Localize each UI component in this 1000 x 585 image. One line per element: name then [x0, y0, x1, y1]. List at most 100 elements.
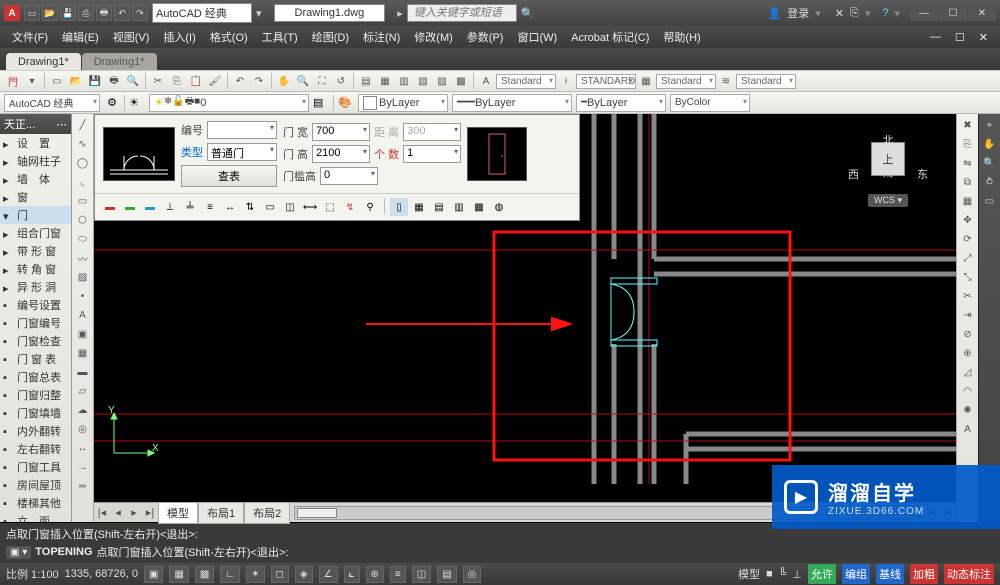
workspace-selector[interactable]: AutoCAD 经典 [152, 3, 252, 23]
dimstyle-icon[interactable]: ⟊ [557, 72, 575, 90]
cut-icon[interactable]: ✂ [149, 72, 167, 90]
input-cnt[interactable]: 1 [403, 145, 461, 163]
tarch-item-0[interactable]: ▸设 置 [0, 134, 71, 152]
cmd-input[interactable]: 点取门窗插入位置(Shift-左右开)<退出>: [97, 544, 289, 560]
tablestyle-combo[interactable]: Standard [656, 74, 716, 89]
status-polar[interactable]: ✶ [246, 566, 264, 583]
tarch-item-16[interactable]: ▪内外翻转 [0, 422, 71, 440]
di-16[interactable]: ▦ [410, 198, 428, 216]
status-r1[interactable]: 允许 [808, 564, 836, 584]
doc-max-icon[interactable]: ☐ [949, 29, 971, 46]
tarch-item-11[interactable]: ▪门窗检查 [0, 332, 71, 350]
status-3dosnap[interactable]: ◈ [295, 566, 313, 583]
donut-icon[interactable]: ◎ [74, 420, 92, 438]
maximize-button[interactable]: ☐ [939, 5, 967, 21]
di-6[interactable]: ≡ [201, 198, 219, 216]
di-8[interactable]: ⇅ [241, 198, 259, 216]
tarch-item-14[interactable]: ▪门窗归整 [0, 386, 71, 404]
input-sill[interactable]: 0 [320, 167, 378, 185]
fillet-icon[interactable]: ◠ [959, 382, 977, 400]
infocenter-icon[interactable]: ⎘ [850, 7, 859, 20]
xline-icon[interactable]: ↔ [74, 439, 92, 457]
status-grid2[interactable]: ■ [766, 568, 773, 580]
undo2-icon[interactable]: ↶ [231, 72, 249, 90]
copy2-icon[interactable]: ⎘ [959, 135, 977, 153]
status-lwt[interactable]: ≡ [390, 566, 406, 583]
calc-icon[interactable]: ▩ [452, 72, 470, 90]
copy-icon[interactable]: ⎘ [168, 72, 186, 90]
explode-icon[interactable]: ✺ [959, 401, 977, 419]
di-14[interactable]: ⚲ [361, 198, 379, 216]
di-13[interactable]: ↯ [341, 198, 359, 216]
new-icon[interactable]: ▭ [48, 72, 66, 90]
line-icon[interactable]: ╱ [74, 116, 92, 134]
tarch-panel-header[interactable]: 天正...⋯ [0, 114, 71, 134]
mlstyle-icon[interactable]: ≋ [717, 72, 735, 90]
di-12[interactable]: ⬚ [321, 198, 339, 216]
input-num[interactable] [207, 121, 277, 139]
qat-print-icon[interactable]: 🖶 [96, 5, 112, 21]
mark-icon[interactable]: ▨ [433, 72, 451, 90]
tarch-item-2[interactable]: ▸墙 体 [0, 170, 71, 188]
di-10[interactable]: ◫ [281, 198, 299, 216]
view-cube[interactable]: 北 西 上 东 南 WCS ▾ [848, 134, 928, 214]
tarch-dd-icon[interactable]: ▾ [23, 72, 41, 90]
app-logo-icon[interactable]: A [4, 5, 20, 21]
di-19[interactable]: ▩ [470, 198, 488, 216]
tarch-item-8[interactable]: ▸异 形 洞 [0, 278, 71, 296]
navwheel-icon[interactable]: ⌖ [981, 116, 999, 134]
color-combo[interactable]: ByLayer [358, 94, 448, 112]
di-7[interactable]: ↔ [221, 198, 239, 216]
join-icon[interactable]: ⊕ [959, 344, 977, 362]
wcs-label[interactable]: WCS ▾ [868, 194, 908, 207]
redo2-icon[interactable]: ↷ [250, 72, 268, 90]
lt-last-icon[interactable]: ▸| [142, 506, 158, 519]
erase-icon[interactable]: ✖ [959, 116, 977, 134]
qat-redo-icon[interactable]: ↷ [132, 5, 148, 21]
di-4[interactable]: ⊥ [161, 198, 179, 216]
text2-icon[interactable]: A [959, 420, 977, 438]
status-snap[interactable]: ▦ [169, 566, 188, 583]
preview-icon[interactable]: 🔍 [124, 72, 142, 90]
linetype-combo[interactable]: ━━━ ByLayer [452, 94, 572, 112]
menu-help[interactable]: 帮助(H) [657, 27, 706, 47]
status-qp[interactable]: ▤ [437, 566, 456, 583]
ssm-icon[interactable]: ▧ [414, 72, 432, 90]
menu-tools[interactable]: 工具(T) [256, 27, 304, 47]
rotate-icon[interactable]: ⟳ [959, 230, 977, 248]
di-2[interactable]: ▬ [121, 198, 139, 216]
tarch-icon[interactable]: ⾨ [4, 72, 22, 90]
textstyle-icon[interactable]: A [477, 72, 495, 90]
status-infer[interactable]: ▣ [144, 566, 163, 583]
offset-icon[interactable]: ⧉ [959, 173, 977, 191]
menu-view[interactable]: 视图(V) [107, 27, 156, 47]
tarch-item-5[interactable]: ▸组合门窗 [0, 224, 71, 242]
input-h[interactable]: 2100 [312, 145, 370, 163]
doc-tab-1[interactable]: Drawing1* [6, 53, 81, 70]
menu-file[interactable]: 文件(F) [6, 27, 54, 47]
cmd-prompt-icon[interactable]: ▣ ▾ [6, 546, 31, 559]
circle-icon[interactable]: ◯ [74, 154, 92, 172]
block-icon[interactable]: ▣ [74, 325, 92, 343]
di-20[interactable]: ◍ [490, 198, 508, 216]
layout-tab-2[interactable]: 布局2 [244, 502, 290, 524]
menu-modify[interactable]: 修改(M) [408, 27, 459, 47]
status-r3[interactable]: 基线 [876, 564, 904, 584]
scale-icon[interactable]: ⤢ [959, 249, 977, 267]
layout-tab-model[interactable]: 模型 [158, 502, 198, 524]
save-icon[interactable]: 💾 [86, 72, 104, 90]
input-dist[interactable]: 300 [403, 123, 461, 141]
status-r2[interactable]: 编组 [842, 564, 870, 584]
array-icon[interactable]: ▦ [959, 192, 977, 210]
stretch-icon[interactable]: ⤡ [959, 268, 977, 286]
region-icon[interactable]: ▬ [74, 363, 92, 381]
showmot-icon[interactable]: ▭ [981, 192, 999, 210]
text-icon[interactable]: A [74, 306, 92, 324]
tablestyle-icon[interactable]: ▦ [637, 72, 655, 90]
point-icon[interactable]: • [74, 287, 92, 305]
hatch-icon[interactable]: ▨ [74, 268, 92, 286]
zoomw-icon[interactable]: ⛶ [313, 72, 331, 90]
layout-tab-1[interactable]: 布局1 [198, 502, 244, 524]
tarch-item-12[interactable]: ▪门 窗 表 [0, 350, 71, 368]
ws-gear-icon[interactable]: ⚙ [104, 96, 120, 109]
